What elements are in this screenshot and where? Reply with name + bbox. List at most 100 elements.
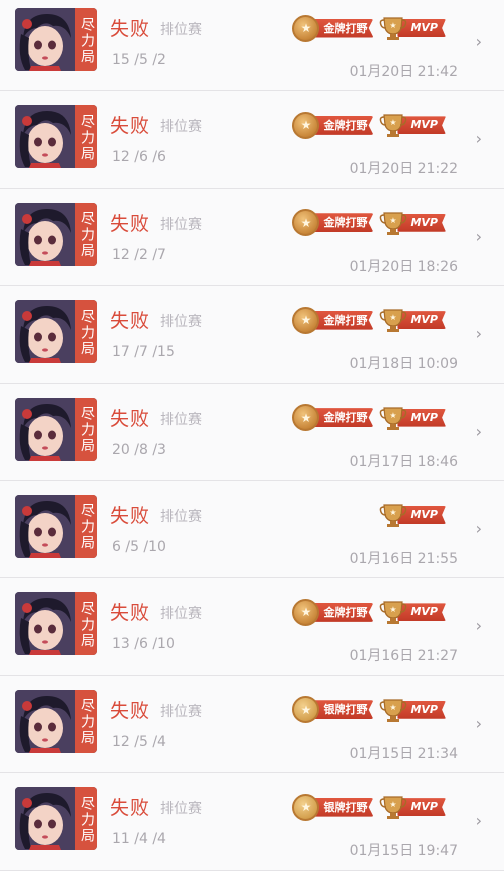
medal-label: 金牌打野: [313, 213, 374, 233]
match-row[interactable]: 尽力局 失败 排位赛 20 /8 /3 ★ 金牌打野 ★ MVP 01月17日 …: [0, 383, 504, 481]
chevron-right-icon[interactable]: ›: [476, 616, 482, 635]
honor-badges: ★ 银牌打野 ★ MVP: [292, 792, 446, 822]
medal-label: 金牌打野: [313, 602, 374, 622]
trophy-icon: ★: [380, 114, 407, 138]
match-row[interactable]: 尽力局 失败 排位赛 12 /2 /7 ★ 金牌打野 ★ MVP 01月20日 …: [0, 188, 504, 287]
hero-avatar: 尽力局: [15, 105, 97, 169]
match-result: 失败: [110, 407, 151, 430]
chevron-right-icon[interactable]: ›: [476, 422, 482, 441]
effort-tag: 尽力局: [75, 494, 97, 558]
match-mode: 排位赛: [160, 411, 202, 428]
svg-text:★: ★: [390, 313, 397, 322]
medal-label: 银牌打野: [313, 797, 374, 817]
effort-tag: 尽力局: [75, 300, 97, 364]
chevron-right-icon[interactable]: ›: [476, 32, 482, 51]
trophy-icon: ★: [380, 212, 407, 235]
mvp-badge: ★ MVP: [379, 210, 446, 236]
jungle-medal-badge: ★ 银牌打野: [292, 793, 374, 821]
trophy-icon: ★: [380, 406, 407, 430]
hero-avatar: 尽力局: [15, 300, 97, 364]
kda-score: 20 /8 /3: [112, 441, 166, 458]
hero-avatar: 尽力局: [15, 787, 97, 851]
kda-score: 15 /5 /2: [112, 52, 166, 68]
match-time: 01月16日 21:27: [349, 648, 458, 665]
svg-text:★: ★: [390, 118, 397, 127]
match-row[interactable]: 尽力局 失败 排位赛 17 /7 /15 ★ 金牌打野 ★ MVP 01月18日…: [0, 286, 504, 384]
medal-label: 金牌打野: [313, 115, 374, 135]
honor-badges: ★ 金牌打野 ★ MVP: [292, 13, 446, 43]
trophy-icon: ★: [380, 601, 407, 625]
match-result: 失败: [110, 504, 151, 527]
medal-label: 金牌打野: [313, 408, 374, 428]
honor-badges: ★ 金牌打野 ★ MVP: [292, 305, 446, 335]
honor-badges: ★ 金牌打野 ★ MVP: [292, 597, 446, 627]
medal-icon: ★: [292, 209, 320, 237]
svg-text:★: ★: [390, 605, 397, 614]
mvp-badge: ★ MVP: [379, 112, 446, 138]
effort-tag: 尽力局: [75, 787, 97, 851]
hero-avatar: 尽力局: [15, 689, 97, 753]
chevron-right-icon[interactable]: ›: [476, 519, 482, 538]
jungle-medal-badge: ★ 金牌打野: [292, 598, 374, 626]
effort-tag: 尽力局: [75, 8, 97, 71]
hero-avatar: 尽力局: [15, 8, 97, 71]
medal-label: 金牌打野: [313, 310, 374, 330]
medal-label: 金牌打野: [313, 18, 374, 38]
svg-text:★: ★: [390, 508, 397, 517]
honor-badges: ★ 金牌打野 ★ MVP: [292, 208, 446, 238]
match-row[interactable]: 尽力局 失败 排位赛 12 /5 /4 ★ 银牌打野 ★ MVP 01月15日 …: [0, 675, 504, 774]
hero-avatar: 尽力局: [15, 494, 97, 558]
match-result: 失败: [110, 212, 151, 235]
mvp-badge: ★ MVP: [379, 502, 446, 528]
match-row[interactable]: 尽力局 失败 排位赛 11 /4 /4 ★ 银牌打野 ★ MVP 01月15日 …: [0, 773, 504, 871]
honor-badges: ★ ★ MVP: [379, 500, 446, 530]
match-result: 失败: [110, 310, 151, 333]
mvp-badge: ★ MVP: [379, 405, 446, 431]
chevron-right-icon[interactable]: ›: [476, 129, 482, 148]
match-mode: 排位赛: [160, 508, 202, 525]
effort-tag: 尽力局: [75, 689, 97, 753]
match-result: 失败: [110, 602, 151, 625]
effort-tag: 尽力局: [75, 105, 97, 169]
match-result: 失败: [110, 699, 151, 722]
trophy-icon: ★: [380, 309, 407, 333]
svg-text:★: ★: [390, 411, 397, 420]
jungle-medal-badge: ★ 金牌打野: [292, 306, 374, 334]
match-mode: 排位赛: [160, 801, 202, 818]
match-row[interactable]: 尽力局 失败 排位赛 15 /5 /2 ★ 金牌打野 ★ MVP 01月20日 …: [0, 0, 504, 92]
mvp-badge: ★ MVP: [379, 697, 446, 723]
match-time: 01月17日 18:46: [349, 453, 458, 470]
hero-avatar: 尽力局: [15, 397, 97, 461]
match-mode: 排位赛: [160, 314, 202, 331]
mvp-badge: ★ MVP: [379, 15, 446, 41]
match-mode: 排位赛: [160, 606, 202, 623]
trophy-icon: ★: [380, 699, 407, 722]
trophy-icon: ★: [380, 504, 407, 527]
trophy-icon: ★: [380, 17, 407, 40]
jungle-medal-badge: ★ 银牌打野: [292, 696, 374, 724]
kda-score: 12 /6 /6: [112, 149, 166, 166]
match-row[interactable]: 尽力局 失败 排位赛 6 /5 /10 ★ ★: [0, 480, 504, 579]
match-result: 失败: [110, 18, 151, 40]
honor-badges: ★ 金牌打野 ★ MVP: [292, 403, 446, 433]
jungle-medal-badge: ★ 金牌打野: [292, 111, 374, 139]
chevron-right-icon[interactable]: ›: [476, 324, 482, 343]
match-mode: 排位赛: [160, 119, 202, 136]
mvp-badge: ★ MVP: [379, 794, 446, 820]
match-time: 01月20日 18:26: [349, 258, 458, 275]
effort-tag: 尽力局: [75, 202, 97, 266]
match-row[interactable]: 尽力局 失败 排位赛 12 /6 /6 ★ 金牌打野 ★ MVP 01月20日 …: [0, 91, 504, 189]
match-time: 01月20日 21:22: [349, 161, 458, 178]
chevron-right-icon[interactable]: ›: [476, 227, 482, 246]
medal-label: 银牌打野: [313, 700, 374, 720]
svg-text:★: ★: [390, 216, 397, 225]
hero-avatar: 尽力局: [15, 592, 97, 656]
match-time: 01月16日 21:55: [349, 550, 458, 567]
match-time: 01月20日 21:42: [349, 64, 458, 80]
chevron-right-icon[interactable]: ›: [476, 811, 482, 830]
mvp-badge: ★ MVP: [379, 307, 446, 333]
match-row[interactable]: 尽力局 失败 排位赛 13 /6 /10 ★ 金牌打野 ★ MVP 01月16日…: [0, 578, 504, 676]
medal-icon: ★: [292, 793, 320, 821]
chevron-right-icon[interactable]: ›: [476, 714, 482, 733]
match-mode: 排位赛: [160, 703, 202, 720]
